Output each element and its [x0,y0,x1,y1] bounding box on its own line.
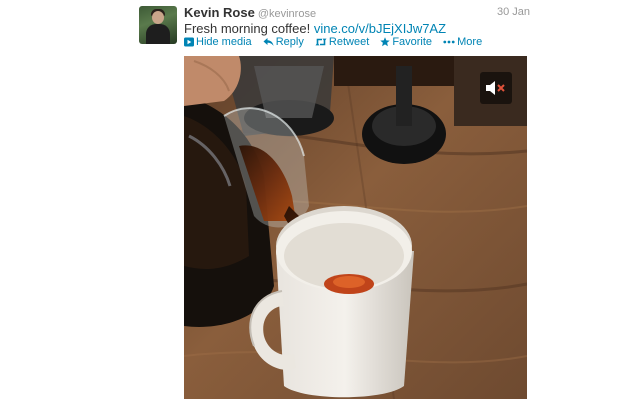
hide-media-button[interactable]: Hide media [184,35,252,49]
media-icon [184,37,194,47]
favorite-label: Favorite [392,36,433,48]
tweet-text-body: Fresh morning coffee! [184,21,314,36]
more-button[interactable]: More [443,35,482,49]
avatar[interactable] [139,6,177,44]
tweet-link[interactable]: vine.co/v/bJEjXIJw7AZ [314,21,446,36]
coffee-video-frame [184,56,527,399]
author-handle[interactable]: @kevinrose [258,8,316,20]
speaker-muted-icon [486,81,505,95]
author-row: Kevin Rose @kevinrose [184,5,316,22]
video-player[interactable] [184,56,527,399]
retweet-button[interactable]: Retweet [315,35,369,49]
favorite-button[interactable]: Favorite [380,35,432,49]
author-name[interactable]: Kevin Rose [184,5,255,20]
star-icon [380,37,391,47]
tweet: Kevin Rose @kevinrose 30 Jan Fresh mornin… [0,0,620,400]
reply-icon [263,38,274,46]
reply-label: Reply [275,36,304,48]
retweet-icon [315,38,327,46]
tweet-actions: Hide media Reply Retweet Favorite More [184,35,490,49]
ellipsis-icon [443,40,455,44]
reply-button[interactable]: Reply [263,35,304,49]
hide-media-label: Hide media [196,36,252,48]
mute-button[interactable] [480,72,512,104]
retweet-label: Retweet [328,36,370,48]
tweet-timestamp[interactable]: 30 Jan [497,6,530,18]
more-label: More [457,36,483,48]
